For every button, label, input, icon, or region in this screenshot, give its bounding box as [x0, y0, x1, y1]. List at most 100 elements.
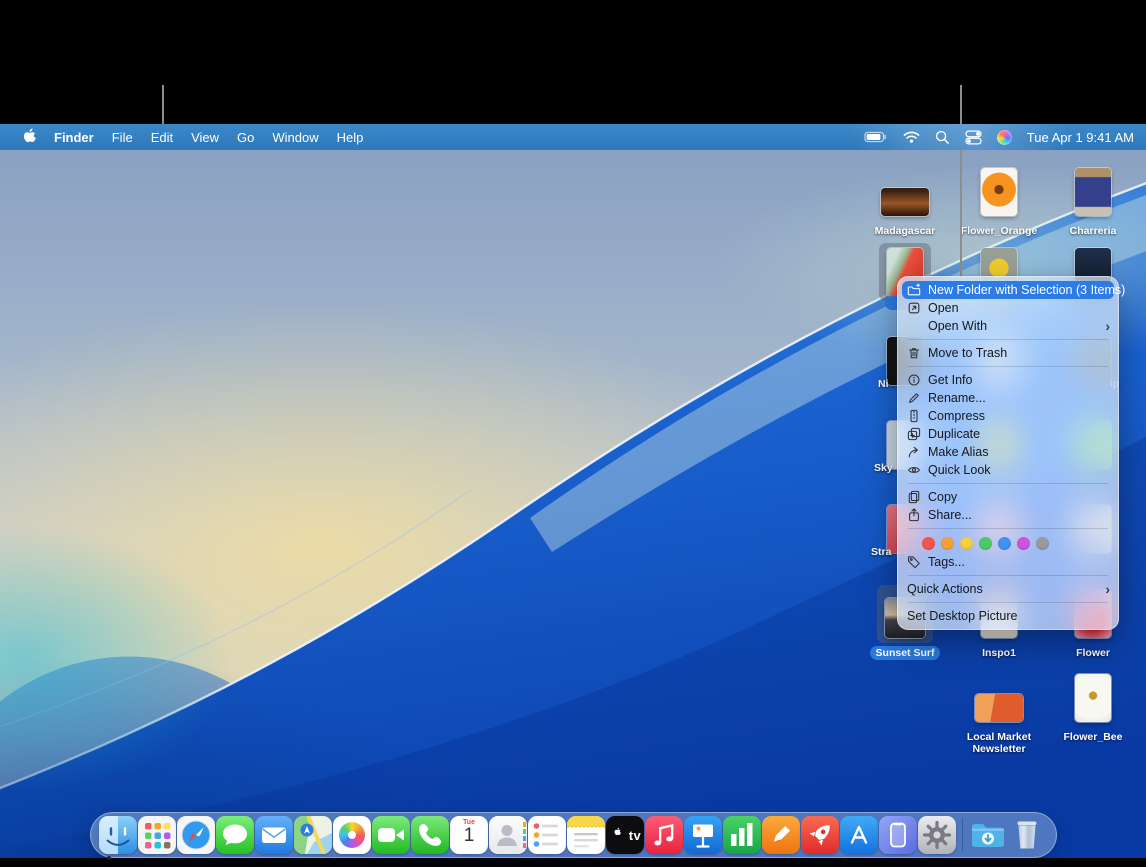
- dock-icon-calendar[interactable]: Tue1: [450, 816, 488, 854]
- desktop-label-fragment: Sky: [874, 462, 893, 474]
- context-menu: New Folder with Selection (3 Items) Open O…: [897, 276, 1119, 630]
- dock-icon-games[interactable]: [801, 816, 839, 854]
- desktop-icon-label: Sunset Surf: [870, 646, 941, 660]
- menu-separator: [908, 339, 1108, 340]
- desktop-label-fragment: Stra: [871, 546, 891, 558]
- menu-item-label: Copy: [928, 490, 957, 504]
- dock-icon-mail[interactable]: [255, 816, 293, 854]
- tag-color-dot[interactable]: [1036, 537, 1049, 550]
- apple-menu[interactable]: [14, 124, 45, 150]
- dock-icon-pages[interactable]: [762, 816, 800, 854]
- callout-line-left: [162, 85, 164, 124]
- callout-line-right: [960, 85, 962, 277]
- dock-icon-app-store[interactable]: [840, 816, 878, 854]
- menubar-menu-view[interactable]: View: [182, 124, 228, 150]
- desktop-icon-label: Local Market Newsletter: [957, 730, 1041, 756]
- menu-separator: [908, 575, 1108, 576]
- file-thumbnail-flower-orange: [981, 168, 1017, 216]
- desktop-icon-label: Charreria: [1064, 224, 1123, 238]
- menu-item-tags[interactable]: Tags...: [898, 553, 1118, 571]
- dock-icon-messages[interactable]: [216, 816, 254, 854]
- dock-icon-photos[interactable]: [333, 816, 371, 854]
- menubar-menu-edit[interactable]: Edit: [142, 124, 182, 150]
- submenu-chevron-icon: ›: [1105, 582, 1110, 596]
- tag-color-dot[interactable]: [941, 537, 954, 550]
- dock-icon-keynote[interactable]: [684, 816, 722, 854]
- desktop-icon-charreria[interactable]: Charreria: [1051, 163, 1135, 238]
- desktop-icon-madagascar[interactable]: Madagascar: [863, 163, 947, 238]
- menu-item-label: Quick Look: [928, 463, 991, 477]
- open-icon: [907, 301, 921, 315]
- file-thumbnail-flower-bee: [1075, 674, 1111, 722]
- icon-thumbnail-box: [1067, 669, 1119, 727]
- calendar-day: 1: [450, 825, 488, 847]
- desktop-icon-flower-bee[interactable]: Flower_Bee: [1051, 669, 1135, 744]
- dock-icon-maps[interactable]: [294, 816, 332, 854]
- menu-item-new-folder-with-selection-3-items[interactable]: New Folder with Selection (3 Items): [902, 281, 1114, 299]
- menu-item-compress[interactable]: Compress: [898, 407, 1118, 425]
- search-icon[interactable]: [931, 124, 954, 150]
- desktop-icon-flower-orange[interactable]: Flower_Orange: [957, 163, 1041, 238]
- menu-separator: [908, 366, 1108, 367]
- desktop-icon-label: Flower_Bee: [1058, 730, 1129, 744]
- macos-desktop-screenshot: FinderFileEditViewGoWindowHelp Tue Apr 1…: [0, 0, 1146, 867]
- dock-icon-safari[interactable]: [177, 816, 215, 854]
- desktop-icon-local-market-newsletter[interactable]: Local Market Newsletter: [957, 669, 1041, 756]
- wifi-icon[interactable]: [899, 124, 924, 150]
- dock-icon-numbers[interactable]: [723, 816, 761, 854]
- menubar-menu-file[interactable]: File: [103, 124, 142, 150]
- tag-color-dot[interactable]: [960, 537, 973, 550]
- tag-color-dot[interactable]: [979, 537, 992, 550]
- dock-icon-finder[interactable]: [99, 816, 137, 854]
- siri-icon[interactable]: [993, 124, 1016, 150]
- control-center-icon[interactable]: [961, 124, 986, 150]
- finder-running-indicator: [107, 856, 111, 860]
- menu-item-label: Rename...: [928, 391, 986, 405]
- menu-item-make-alias[interactable]: Make Alias: [898, 443, 1118, 461]
- menu-item-get-info[interactable]: Get Info: [898, 371, 1118, 389]
- new-folder-icon: [907, 283, 921, 297]
- menu-item-label: Open: [928, 301, 959, 315]
- menu-item-rename[interactable]: Rename...: [898, 389, 1118, 407]
- menubar-menu-window[interactable]: Window: [263, 124, 327, 150]
- submenu-chevron-icon: ›: [1105, 319, 1110, 333]
- desktop-label-fragment: Ni: [878, 378, 889, 390]
- dock-icon-downloads[interactable]: [969, 816, 1007, 854]
- dock-icon-apple-tv[interactable]: tv: [606, 816, 644, 854]
- dock-icon-phone[interactable]: [411, 816, 449, 854]
- menu-item-open[interactable]: Open: [898, 299, 1118, 317]
- dock-icon-notes[interactable]: [567, 816, 605, 854]
- trash-icon: [907, 346, 921, 360]
- menu-item-open-with[interactable]: Open With›: [898, 317, 1118, 335]
- menu-item-copy[interactable]: Copy: [898, 488, 1118, 506]
- dock-icon-launchpad[interactable]: [138, 816, 176, 854]
- desktop-icon-label: Flower: [1070, 646, 1116, 660]
- tag-color-dot[interactable]: [922, 537, 935, 550]
- menubar-menu-help[interactable]: Help: [328, 124, 373, 150]
- menu-item-set-desktop-picture[interactable]: Set Desktop Picture: [898, 607, 1118, 625]
- tag-color-dot[interactable]: [1017, 537, 1030, 550]
- desktop-icon-label: Flower_Orange: [955, 224, 1043, 238]
- menu-item-duplicate[interactable]: Duplicate: [898, 425, 1118, 443]
- tag-color-dot[interactable]: [998, 537, 1011, 550]
- dock-icon-trash[interactable]: [1008, 816, 1046, 854]
- dock-icon-music[interactable]: [645, 816, 683, 854]
- menu-separator: [908, 483, 1108, 484]
- battery-icon[interactable]: [860, 124, 892, 150]
- dock-icon-system-settings[interactable]: [918, 816, 956, 854]
- dock-icon-facetime[interactable]: [372, 816, 410, 854]
- dock-icon-reminders[interactable]: [528, 816, 566, 854]
- menu-bar-clock[interactable]: Tue Apr 1 9:41 AM: [1023, 130, 1134, 145]
- menu-item-share[interactable]: Share...: [898, 506, 1118, 524]
- menu-item-quick-look[interactable]: Quick Look: [898, 461, 1118, 479]
- menubar-menu-finder[interactable]: Finder: [45, 124, 103, 150]
- dock-icon-contacts[interactable]: [489, 816, 527, 854]
- menu-item-move-to-trash[interactable]: Move to Trash: [898, 344, 1118, 362]
- menubar-menu-go[interactable]: Go: [228, 124, 263, 150]
- menu-item-label: Make Alias: [928, 445, 988, 459]
- menu-item-quick-actions[interactable]: Quick Actions›: [898, 580, 1118, 598]
- copy-icon: [907, 490, 921, 504]
- tag-color-row: [898, 533, 1118, 553]
- dock-icon-iphone-mirroring[interactable]: [879, 816, 917, 854]
- dock-separator: [962, 818, 963, 852]
